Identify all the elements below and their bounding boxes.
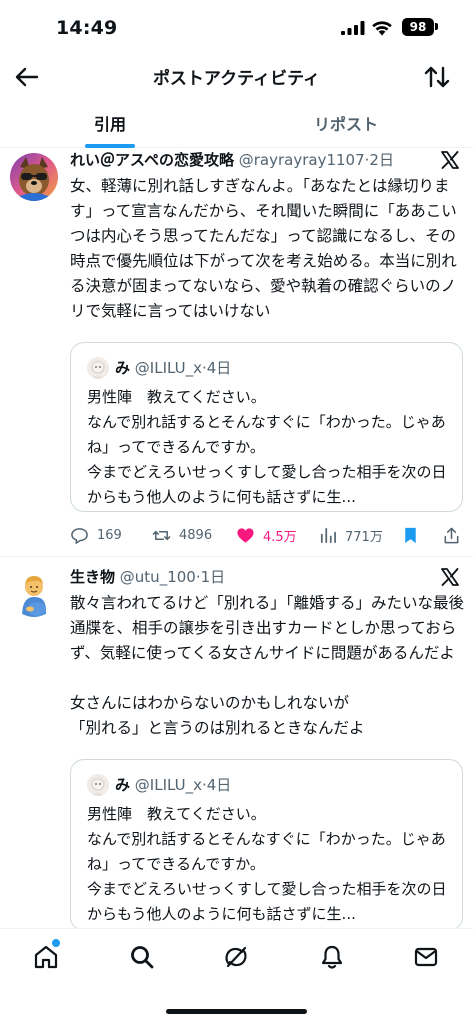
status-time: 14:49 xyxy=(56,17,118,39)
bookmark-filled-icon xyxy=(405,527,416,543)
quote-time: 4日 xyxy=(206,359,232,377)
reply-button[interactable]: 169 xyxy=(70,523,122,547)
character-avatar-image xyxy=(87,357,109,379)
quote-text: 男性陣 教えてください。 なんで別れ話するとそんなすぐに「わかった。じゃあね」っ… xyxy=(87,388,447,506)
battery-indicator: 98 xyxy=(402,18,434,36)
like-count: 4.5万 xyxy=(263,529,297,545)
bookmark-button[interactable] xyxy=(401,523,428,547)
post-1[interactable]: れい＠アスペの恋愛攻略 @rayrayray1107·2日 女、軽薄に別れ話しす… xyxy=(0,148,473,556)
quote-header: み @ILILU_x·4日 xyxy=(115,357,231,378)
home-indicator xyxy=(166,1009,307,1014)
author-name[interactable]: 生き物 xyxy=(70,568,115,586)
quote-author-handle: @ILILU_x xyxy=(134,359,202,377)
nav-home[interactable] xyxy=(32,943,62,973)
status-bar: 14:49 98 xyxy=(0,0,473,52)
character-avatar-image xyxy=(87,774,109,796)
author-handle[interactable]: @utu_100 xyxy=(120,568,196,586)
author-name[interactable]: れい＠アスペの恋愛攻略 xyxy=(70,151,234,169)
pregnant-man-emoji-avatar xyxy=(22,576,46,617)
heart-filled-icon xyxy=(237,527,254,543)
post-time: 2日 xyxy=(369,151,394,169)
avatar[interactable] xyxy=(10,153,58,201)
quote-avatar xyxy=(87,357,109,379)
bar-chart-icon xyxy=(320,527,336,543)
bell-icon xyxy=(321,945,343,969)
dog-avatar-image xyxy=(10,153,58,201)
home-icon xyxy=(34,945,58,969)
grok-icon xyxy=(225,946,247,968)
tab-reposts[interactable]: リポスト xyxy=(236,102,456,148)
tab-quotes-label: 引用 xyxy=(93,115,126,134)
like-button[interactable]: 4.5万 xyxy=(236,523,297,547)
quote-header: み @ILILU_x·4日 xyxy=(115,774,231,795)
views-button[interactable]: 771万 xyxy=(318,523,383,547)
repost-count: 4896 xyxy=(179,527,213,543)
post-text: 女、軽薄に別れ話しすぎなんよ。「あなたとは縁切ります」って宣言なんだから、それ聞… xyxy=(70,177,457,320)
post-time: 1日 xyxy=(200,568,226,586)
page-title: ポストアクティビティ xyxy=(152,69,321,89)
home-notification-dot xyxy=(52,939,60,947)
quoted-post[interactable]: み @ILILU_x·4日 男性陣 教えてください。 なんで別れ話するとそんなす… xyxy=(70,759,463,931)
repost-icon xyxy=(152,530,171,540)
x-logo-icon xyxy=(441,151,459,169)
nav-notifications[interactable] xyxy=(318,943,348,973)
cellular-signal-icon xyxy=(341,21,365,35)
post-2[interactable]: 生き物 @utu_100·1日 散々言われてるけど「別れる」「離婚する」みたいな… xyxy=(0,557,473,931)
quoted-post[interactable]: み @ILILU_x·4日 男性陣 教えてください。 なんで別れ話するとそんなす… xyxy=(70,342,463,512)
top-header: ポストアクティビティ xyxy=(0,52,473,102)
search-icon xyxy=(131,946,154,969)
quote-text: 男性陣 教えてください。 なんで別れ話するとそんなすぐに「わかった。じゃあね」っ… xyxy=(87,805,447,923)
tab-reposts-label: リポスト xyxy=(313,115,378,134)
tab-quotes[interactable]: 引用 xyxy=(0,102,220,148)
quote-avatar xyxy=(87,774,109,796)
view-count: 771万 xyxy=(345,529,383,545)
battery-tip xyxy=(435,23,438,30)
wifi-icon xyxy=(372,21,392,36)
quote-author-handle: @ILILU_x xyxy=(134,776,202,794)
quote-time: 4日 xyxy=(206,776,232,794)
post-header: れい＠アスペの恋愛攻略 @rayrayray1107·2日 xyxy=(70,149,394,171)
post-actions: 169 4896 4.5万 771万 xyxy=(70,523,470,547)
mail-icon xyxy=(414,947,438,967)
swap-vertical-icon[interactable] xyxy=(422,62,452,92)
tab-bar: 引用 リポスト xyxy=(0,102,473,148)
repost-button[interactable]: 4896 xyxy=(152,523,212,547)
quote-author-name: み xyxy=(115,776,131,794)
author-handle[interactable]: @rayrayray1107 xyxy=(239,151,365,169)
nav-grok[interactable] xyxy=(222,943,252,973)
reply-count: 169 xyxy=(97,527,122,543)
nav-messages[interactable] xyxy=(412,943,442,973)
nav-search[interactable] xyxy=(128,943,158,973)
post-text: 散々言われてるけど「別れる」「離婚する」みたいな最後通牒を、相手の譲歩を引き出す… xyxy=(70,594,465,737)
avatar[interactable] xyxy=(10,569,58,617)
share-button[interactable] xyxy=(442,523,469,547)
quote-author-name: み xyxy=(115,359,131,377)
reply-icon xyxy=(71,527,88,544)
x-logo-icon xyxy=(441,568,459,586)
post-header: 生き物 @utu_100·1日 xyxy=(70,566,225,588)
share-icon xyxy=(444,527,459,543)
